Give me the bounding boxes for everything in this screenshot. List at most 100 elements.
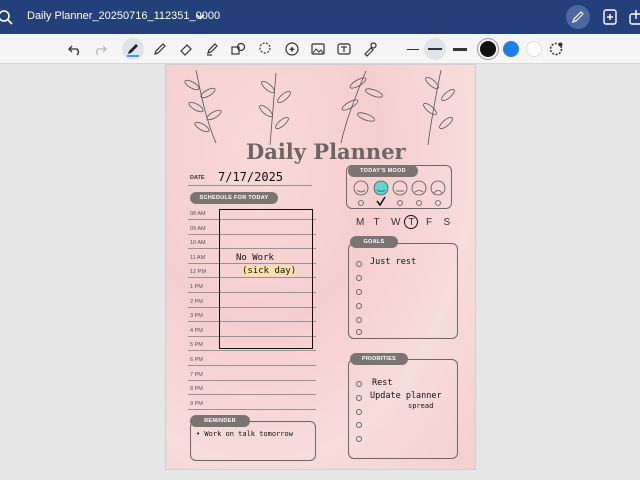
planner-page[interactable]: Daily Planner DATE 7/17/2025 SCHEDULE FO… xyxy=(165,64,476,470)
drawing-toolbar xyxy=(0,34,640,64)
document-title[interactable]: Daily Planner_20250716_112351_0000 xyxy=(27,10,220,22)
color-blue[interactable] xyxy=(503,41,519,57)
date-value[interactable]: 7/17/2025 xyxy=(218,170,283,184)
chevron-down-icon[interactable] xyxy=(196,12,205,21)
mood-very-happy-icon xyxy=(353,180,369,196)
eraser-tool[interactable] xyxy=(175,38,197,60)
schedule-time-label: 3 PM xyxy=(190,313,203,320)
priorities-label: PRIORITIES xyxy=(350,353,408,365)
schedule-row-line[interactable] xyxy=(188,365,316,366)
sticker-icon xyxy=(285,42,299,56)
stroke-medium-line xyxy=(428,48,442,50)
lasso-tool[interactable] xyxy=(254,38,276,60)
mood-neutral-icon xyxy=(392,180,408,196)
export-icon[interactable] xyxy=(627,8,640,26)
color-white[interactable] xyxy=(526,41,542,57)
eraser-icon xyxy=(180,44,192,56)
text-tool[interactable] xyxy=(333,38,355,60)
redo-icon xyxy=(96,45,107,56)
priority-item-1[interactable]: Rest xyxy=(372,378,392,388)
schedule-time-label: 1 PM xyxy=(190,284,203,290)
stroke-medium[interactable] xyxy=(424,38,446,60)
highlighter-tool[interactable] xyxy=(201,38,223,60)
undo-icon xyxy=(68,45,79,56)
mood-happy-icon xyxy=(373,180,389,196)
schedule-row-line[interactable] xyxy=(188,350,316,352)
goal-bullet[interactable] xyxy=(356,275,362,281)
mood-sad-icon xyxy=(411,180,427,196)
weekday-letter[interactable]: M xyxy=(356,217,364,228)
goal-bullet[interactable] xyxy=(356,303,362,309)
pencil-tool[interactable] xyxy=(149,38,171,60)
schedule-time-label: 2 PM xyxy=(190,298,203,305)
pen-mode-icon xyxy=(572,11,584,23)
priority-bullet[interactable] xyxy=(356,436,362,442)
schedule-time-label: 5 PM xyxy=(190,342,203,349)
schedule-row-line[interactable] xyxy=(188,408,316,410)
priority-bullet[interactable] xyxy=(356,409,362,415)
reminder-label: REMINDER xyxy=(190,415,250,427)
image-tool[interactable] xyxy=(307,38,329,60)
pen-mode-button[interactable] xyxy=(566,5,590,29)
sticker-tool[interactable] xyxy=(281,38,303,60)
priority-item-3[interactable]: spread xyxy=(408,402,433,410)
schedule-time-label: 11 AM xyxy=(190,254,206,261)
selected-day-circle xyxy=(404,215,418,229)
weekday-letter[interactable]: S xyxy=(444,217,451,228)
weekday-letter[interactable]: T xyxy=(374,217,380,228)
shapes-tool[interactable] xyxy=(227,38,249,60)
schedule-highlight-box xyxy=(219,209,313,349)
priority-bullet[interactable] xyxy=(356,395,362,401)
schedule-row-line[interactable] xyxy=(188,379,316,381)
schedule-time-label: 9 PM xyxy=(190,400,203,407)
color-black[interactable] xyxy=(480,41,496,57)
stroke-thin[interactable] xyxy=(402,38,424,60)
schedule-time-label: 09 AM xyxy=(190,225,206,232)
priority-bullet[interactable] xyxy=(356,422,362,428)
mood-faces xyxy=(353,180,446,207)
schedule-time-label: 6 PM xyxy=(190,357,203,363)
reminder-text[interactable]: • Work on talk tomorrow xyxy=(196,430,293,438)
reminder-box xyxy=(190,421,316,461)
pen-icon xyxy=(127,44,139,57)
eyedropper-tool[interactable] xyxy=(359,38,381,60)
color-picker-button[interactable] xyxy=(545,38,567,60)
title-bar: Daily Planner_20250716_112351_0000 xyxy=(0,0,640,34)
add-page-icon[interactable] xyxy=(601,8,619,26)
planner-title: Daily Planner xyxy=(246,139,406,164)
priority-bullet[interactable] xyxy=(356,381,362,387)
schedule-label: SCHEDULE FOR TODAY xyxy=(190,192,278,204)
priority-item-2[interactable]: Update planner xyxy=(370,391,442,401)
image-icon xyxy=(311,43,325,55)
date-label: DATE xyxy=(190,175,205,181)
date-underline xyxy=(188,185,312,186)
weekday-letter[interactable]: W xyxy=(391,217,400,228)
schedule-time-label: 12 PM xyxy=(190,269,206,276)
schedule-time-label: 8 PM xyxy=(190,386,203,393)
schedule-time-label: 08 AM xyxy=(190,211,206,217)
schedule-time-label: 10 AM xyxy=(190,240,206,247)
schedule-note-2[interactable]: (sick day) xyxy=(242,266,297,276)
weekday-letter[interactable]: F xyxy=(426,217,432,228)
pencil-icon xyxy=(154,43,166,55)
lasso-icon xyxy=(259,42,271,54)
color-picker-icon xyxy=(549,42,563,56)
eyedropper-icon xyxy=(364,42,377,57)
goal-bullet[interactable] xyxy=(356,329,362,335)
stroke-thin-line xyxy=(407,48,419,50)
schedule-note-1[interactable]: No Work xyxy=(236,253,274,263)
redo-button[interactable] xyxy=(89,38,111,60)
undo-button[interactable] xyxy=(64,38,86,60)
schedule-row-line[interactable] xyxy=(188,394,316,396)
goal-bullet[interactable] xyxy=(356,261,362,267)
schedule-time-label: 7 PM xyxy=(190,371,203,378)
search-icon[interactable] xyxy=(0,8,14,26)
goal-bullet[interactable] xyxy=(356,317,362,323)
text-icon xyxy=(337,43,351,55)
goal-item-1[interactable]: Just rest xyxy=(370,257,416,267)
stroke-thick[interactable] xyxy=(449,38,471,60)
leaf-decoration xyxy=(184,69,455,145)
pen-tool[interactable] xyxy=(122,38,144,60)
priorities-box xyxy=(348,359,458,459)
goal-bullet[interactable] xyxy=(356,289,362,295)
